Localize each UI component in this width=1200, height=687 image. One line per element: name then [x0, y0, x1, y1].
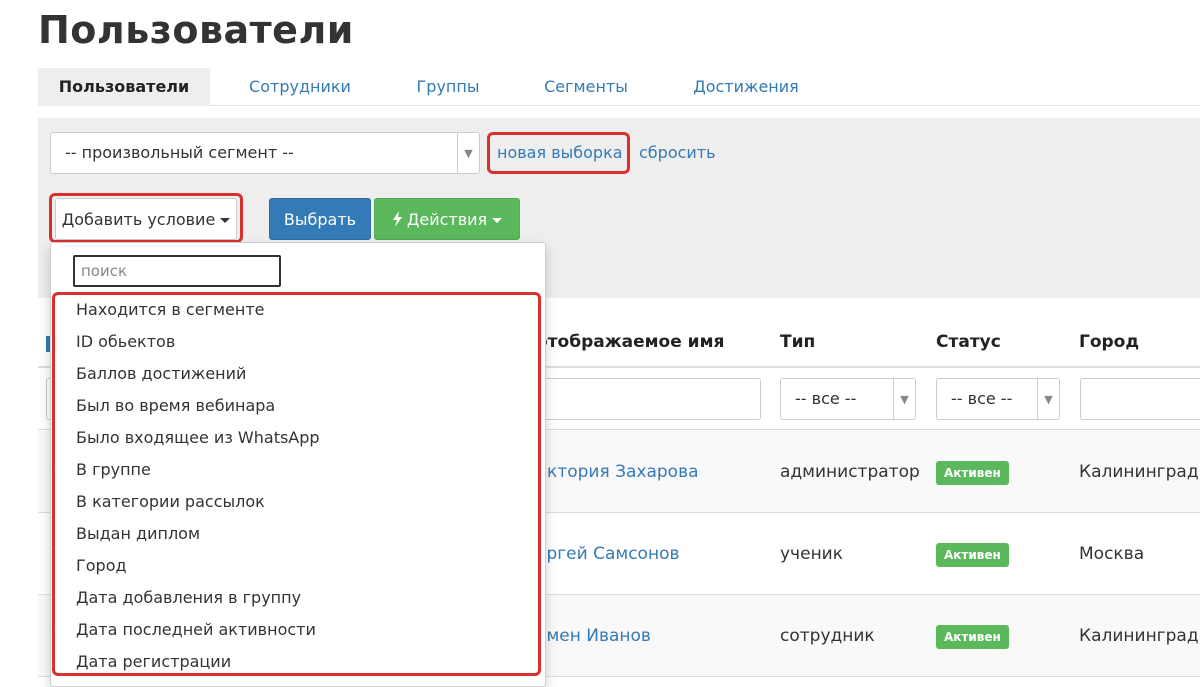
filter-type-value: -- все -- — [795, 389, 857, 408]
column-header-type[interactable]: Тип — [780, 332, 815, 352]
row-name-link[interactable]: емен Иванов — [536, 595, 651, 677]
row-name-link[interactable]: ергей Самсонов — [536, 513, 680, 595]
column-header-display-name[interactable]: отображаемое имя — [536, 332, 724, 352]
row-type: сотрудник — [780, 626, 875, 646]
chevron-down-icon: ▼ — [457, 133, 479, 173]
row-city: Москва — [1079, 544, 1145, 564]
tab-users[interactable]: Пользователи — [38, 68, 210, 106]
segment-select-value: -- произвольный сегмент -- — [65, 143, 294, 162]
column-header-city[interactable]: Город — [1079, 332, 1139, 352]
tabs-bar: Пользователи Сотрудники Группы Сегменты … — [38, 68, 1200, 106]
filter-type-select[interactable]: -- все -- ▼ — [780, 378, 916, 420]
dropdown-search-input[interactable] — [73, 255, 281, 287]
bolt-icon — [392, 211, 402, 227]
row-city: Калининград — [1079, 626, 1199, 646]
status-badge: Активен — [936, 543, 1009, 567]
actions-button[interactable]: Действия — [374, 198, 520, 240]
chevron-down-icon: ▼ — [1037, 379, 1059, 419]
row-type: ученик — [780, 544, 843, 564]
filter-city-input[interactable] — [1080, 378, 1200, 420]
row-type: администратор — [780, 462, 920, 482]
new-selection-link[interactable]: новая выборка — [497, 143, 623, 162]
filter-status-select[interactable]: -- все -- ▼ — [936, 378, 1060, 420]
add-condition-label: Добавить условие — [61, 210, 216, 229]
chevron-down-icon: ▼ — [893, 379, 915, 419]
row-city: Калининград — [1079, 462, 1199, 482]
row-name-link[interactable]: иктория Захарова — [536, 431, 699, 513]
segment-select[interactable]: -- произвольный сегмент -- ▼ — [50, 132, 480, 174]
status-badge: Активен — [936, 625, 1009, 649]
select-button[interactable]: Выбрать — [269, 198, 371, 240]
column-header-status[interactable]: Статус — [936, 332, 1001, 352]
tab-achievements[interactable]: Достижения — [678, 68, 814, 106]
caret-down-icon — [492, 218, 503, 223]
tab-employees[interactable]: Сотрудники — [230, 68, 370, 106]
tab-groups[interactable]: Группы — [398, 68, 498, 106]
highlight-frame-conditions-list — [52, 292, 541, 676]
add-condition-button[interactable]: Добавить условие — [55, 198, 237, 240]
actions-label: Действия — [406, 210, 488, 229]
status-badge: Активен — [936, 461, 1009, 485]
filter-status-value: -- все -- — [951, 389, 1013, 408]
tab-segments[interactable]: Сегменты — [530, 68, 642, 106]
page-title: Пользователи — [38, 8, 354, 52]
caret-down-icon — [220, 218, 231, 223]
reset-link[interactable]: сбросить — [639, 143, 716, 162]
filter-name-input[interactable] — [523, 378, 761, 420]
